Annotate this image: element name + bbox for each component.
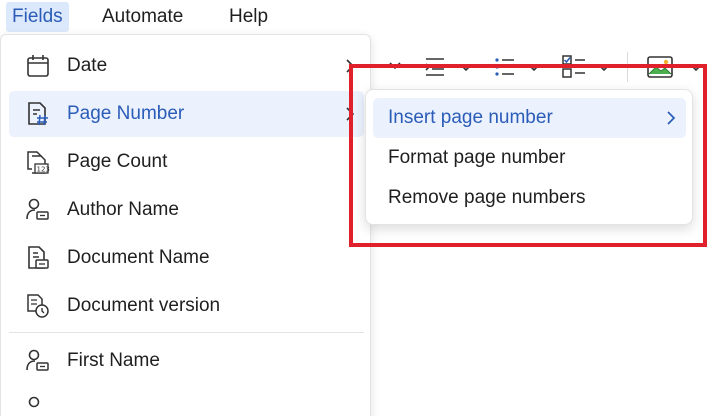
menu-item-first-name[interactable]: First Name [9, 338, 364, 384]
menu-item-date[interactable]: Date [9, 43, 364, 89]
page-number-icon [28, 102, 48, 126]
menu-item-label: Date [67, 55, 108, 76]
menu-divider [9, 332, 364, 333]
highlight-frame [349, 64, 707, 247]
menu-item-label: Document Name [67, 247, 210, 268]
menu-item-page-count[interactable]: 123 Page Count [9, 139, 364, 185]
page-count-icon: 123 [27, 151, 50, 174]
document-version-icon [27, 294, 49, 318]
fields-dropdown-menu: Date Page Number 123 Page Count Author N… [0, 34, 371, 416]
calendar-icon [27, 55, 49, 77]
menu-item-label: Author Name [67, 199, 179, 220]
user-icon [26, 349, 49, 371]
menu-item-author-name[interactable]: Author Name [9, 187, 364, 233]
menu-help[interactable]: Help [223, 2, 274, 32]
menu-item-label: First Name [67, 350, 160, 371]
menu-fields[interactable]: Fields [6, 2, 69, 32]
menu-item-page-number[interactable]: Page Number [9, 91, 364, 137]
menu-automate[interactable]: Automate [96, 2, 189, 32]
author-icon [26, 198, 49, 220]
menu-item-label: Document version [67, 295, 221, 316]
user-icon [28, 396, 40, 408]
menu-item-label: Page Count [67, 151, 168, 172]
svg-text:123: 123 [37, 166, 50, 174]
menu-item-document-version[interactable]: Document version [9, 283, 364, 329]
menu-item-label: Page Number [67, 103, 185, 124]
document-name-icon [28, 246, 49, 269]
menu-item-document-name[interactable]: Document Name [9, 235, 364, 281]
menu-bar: Fields Automate Help [0, 0, 711, 34]
